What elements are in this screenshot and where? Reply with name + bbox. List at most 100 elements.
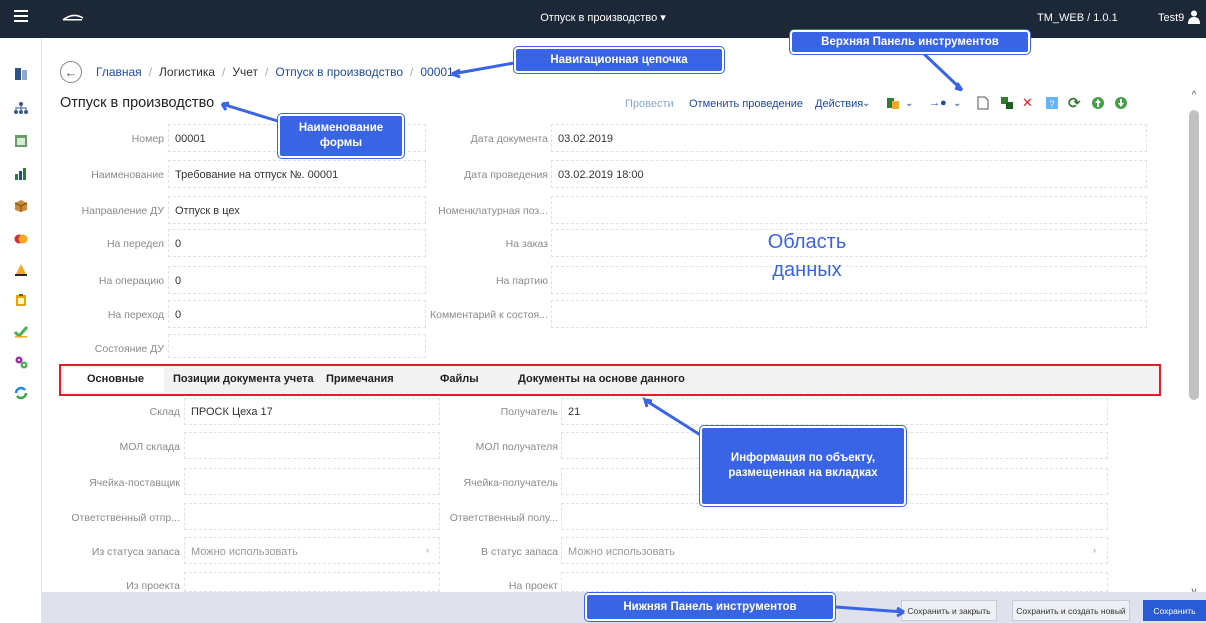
cell-supplier-field[interactable] <box>184 468 440 495</box>
tab-notes[interactable]: Примечания <box>326 373 394 385</box>
tab-files[interactable]: Файлы <box>440 373 479 385</box>
receiver-field[interactable] <box>561 398 1108 425</box>
menu-icon[interactable] <box>14 10 28 22</box>
receiver-label: Получатель <box>500 406 558 418</box>
direction-label: Направление ДУ <box>81 205 164 217</box>
sidebar-item-clipboard[interactable] <box>13 292 28 307</box>
callout-nav-chain: Навигационная цепочка <box>514 47 724 73</box>
vertical-scrollbar[interactable]: ^ v <box>1188 88 1200 604</box>
post-button[interactable]: Провести <box>625 98 674 110</box>
to-status-value: Можно использовать <box>568 546 675 558</box>
operation-field[interactable] <box>168 266 426 294</box>
sidebar-item-window[interactable] <box>13 133 28 148</box>
scroll-thumb[interactable] <box>1189 110 1199 400</box>
name-value: Требование на отпуск №. 00001 <box>175 169 339 181</box>
sidebar-item-documents[interactable] <box>13 66 28 81</box>
clipboard-icon <box>15 293 26 306</box>
arrow-breadcrumb <box>451 61 515 79</box>
tab-positions[interactable]: Позиции документа учета <box>173 373 314 385</box>
sidebar-item-reports[interactable] <box>13 166 28 181</box>
breadcrumb: ← Главная / Логистика / Учет / Отпуск в … <box>60 60 454 84</box>
callout-form-name: Наименование формы <box>278 114 404 158</box>
save-button[interactable]: Сохранить <box>1143 600 1206 621</box>
sidebar-item-warning[interactable] <box>13 262 28 277</box>
doc-date-label: Дата документа <box>470 133 548 145</box>
chevron-down-icon[interactable]: ⌄ <box>862 95 870 111</box>
resp-receiver-label: Ответственный полу... <box>449 512 558 524</box>
resp-receiver-field[interactable] <box>561 503 1108 530</box>
user-icon[interactable] <box>1188 10 1200 24</box>
transfer-field[interactable] <box>168 300 426 328</box>
bar-chart-icon <box>14 167 26 180</box>
scroll-up-icon[interactable]: ^ <box>1188 90 1200 101</box>
comment-label: Комментарий к состоя... <box>430 309 548 321</box>
route-icon: →● <box>929 97 947 109</box>
redo-field[interactable] <box>168 229 426 257</box>
callout-data-area: Область данных <box>767 231 847 281</box>
callout-top-toolbar: Верхняя Панель инструментов <box>790 30 1030 54</box>
nomenclature-label: Номенклатурная поз... <box>438 205 548 217</box>
chevron-right-icon[interactable]: › <box>426 545 429 555</box>
form-selector[interactable]: Отпуск в производство ▾ <box>540 12 666 24</box>
sync-icon <box>14 386 27 399</box>
arrow-up-circle-icon <box>1092 97 1104 109</box>
breadcrumb-doc-number[interactable]: 00001 <box>420 65 453 79</box>
doc-date-value: 03.02.2019 <box>558 133 614 145</box>
mol-receiver-label: МОЛ получателя <box>475 441 558 453</box>
app-window: Отпуск в производство ▾ TM_WEB / 1.0.1 T… <box>0 0 1206 623</box>
actions-menu[interactable]: Действия <box>815 98 863 110</box>
transfer-value: 0 <box>175 309 182 321</box>
sidebar-item-finance[interactable] <box>13 231 28 246</box>
tab-derived-docs[interactable]: Документы на основе данного <box>518 373 685 385</box>
chevron-right-icon[interactable]: › <box>1093 545 1096 555</box>
print-menu-button[interactable] <box>886 95 900 111</box>
sidebar-item-sync[interactable] <box>13 385 28 400</box>
logo-icon <box>62 14 84 21</box>
sidebar-item-approve[interactable] <box>13 323 28 338</box>
delete-button[interactable]: ✕ <box>1022 95 1033 111</box>
redo-value: 0 <box>175 238 182 250</box>
cell-receiver-label: Ячейка-получатель <box>463 477 558 489</box>
move-down-button[interactable] <box>1114 95 1128 111</box>
resp-sender-field[interactable] <box>184 503 440 530</box>
tab-main[interactable]: Основные <box>87 373 144 385</box>
to-project-field[interactable] <box>561 572 1108 592</box>
chevron-down-icon[interactable]: ⌄ <box>953 95 961 111</box>
from-project-field[interactable] <box>184 572 440 592</box>
doc-date-field[interactable] <box>551 124 1147 152</box>
copy-button[interactable] <box>1000 95 1014 111</box>
comment-field[interactable] <box>551 300 1147 328</box>
sidebar-item-settings[interactable] <box>13 354 28 369</box>
copy-icon <box>1001 97 1013 109</box>
nomenclature-field[interactable] <box>551 196 1147 224</box>
move-up-button[interactable] <box>1091 95 1105 111</box>
documents-icon <box>14 67 27 80</box>
arrow-left-icon: ← <box>64 64 78 80</box>
save-close-button[interactable]: Сохранить и закрыть <box>901 600 997 621</box>
save-new-button[interactable]: Сохранить и создать новый <box>1012 600 1130 621</box>
to-status-label: В статус запаса <box>481 546 558 558</box>
coins-icon <box>14 234 27 243</box>
callout-tabs-info: Информация по объекту, размещенная на вк… <box>700 426 906 506</box>
state-field[interactable] <box>168 334 426 358</box>
unpost-button[interactable]: Отменить проведение <box>689 98 803 110</box>
operation-label: На операцию <box>98 275 164 287</box>
breadcrumb-release[interactable]: Отпуск в производство <box>275 65 403 79</box>
sidebar-item-warehouse[interactable] <box>13 198 28 213</box>
route-menu-button[interactable]: →● <box>929 95 947 111</box>
sidebar-item-structure[interactable] <box>13 100 28 115</box>
chevron-down-icon[interactable]: ⌄ <box>905 95 913 111</box>
mol-warehouse-label: МОЛ склада <box>119 441 181 453</box>
user-name[interactable]: Test9 <box>1158 12 1184 24</box>
breadcrumb-home[interactable]: Главная <box>96 65 142 79</box>
gears-icon <box>15 356 27 368</box>
refresh-button[interactable]: ⟳ <box>1068 95 1081 112</box>
close-icon: ✕ <box>1022 95 1033 110</box>
receiver-value: 21 <box>568 406 581 418</box>
mol-warehouse-field[interactable] <box>184 432 440 459</box>
new-document-button[interactable] <box>977 95 989 111</box>
triangle-icon <box>14 263 27 276</box>
help-button[interactable]: ? <box>1045 95 1059 111</box>
back-button[interactable]: ← <box>60 61 82 83</box>
breadcrumb-logistics: Логистика <box>159 65 216 79</box>
